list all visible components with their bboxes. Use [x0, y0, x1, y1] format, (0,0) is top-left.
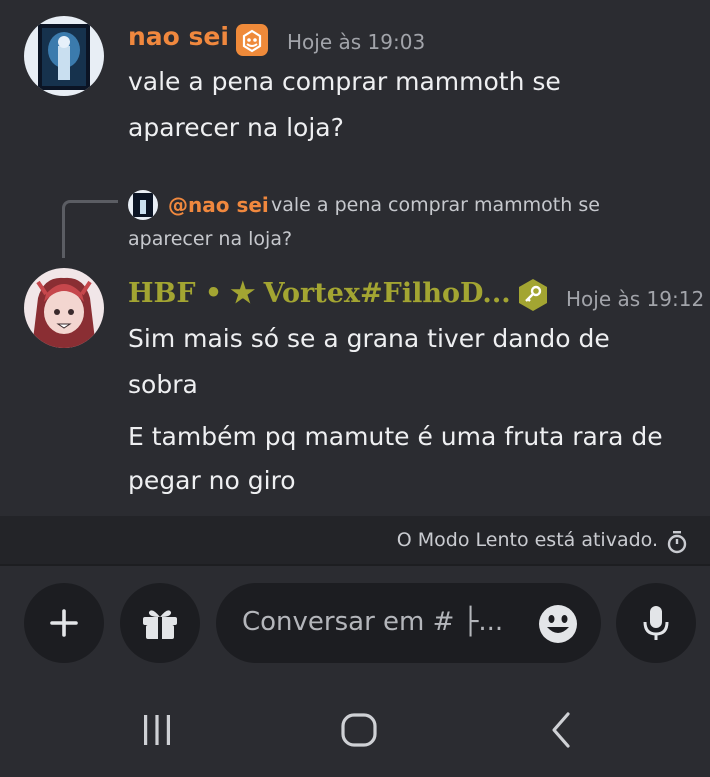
- message-text-line: Sim mais só se a grana tiver dando de: [128, 324, 610, 353]
- message-text-line: pegar no giro: [128, 466, 296, 495]
- timer-icon: [666, 530, 688, 554]
- gift-button[interactable]: [120, 583, 200, 663]
- reply-text-line[interactable]: vale a pena comprar mammoth se: [271, 194, 600, 216]
- message-text-line: sobra: [128, 370, 198, 399]
- message-timestamp: Hoje às 19:03: [287, 30, 426, 54]
- reply-connector: [62, 200, 118, 258]
- message-text-line: aparecer na loja?: [128, 113, 344, 142]
- slowmode-text: O Modo Lento está ativado.: [396, 529, 658, 551]
- reply-text-line[interactable]: aparecer na loja?: [128, 228, 292, 250]
- message-author[interactable]: nao sei: [128, 22, 229, 51]
- voice-message-button[interactable]: [616, 583, 696, 663]
- message-text-line: vale a pena comprar mammoth se: [128, 67, 561, 96]
- recent-apps-icon[interactable]: [140, 713, 174, 747]
- avatar-nao-sei[interactable]: [24, 16, 104, 96]
- home-icon[interactable]: [340, 712, 378, 748]
- attach-button[interactable]: [24, 583, 104, 663]
- plus-icon: [50, 609, 78, 637]
- emoji-icon: [539, 605, 577, 643]
- gift-icon: [143, 610, 177, 639]
- avatar-hbf[interactable]: [24, 268, 104, 348]
- emoji-button[interactable]: [537, 603, 579, 645]
- message-author[interactable]: HBF • ✭ Vortex#FilhoD...: [128, 278, 511, 309]
- message-input-placeholder[interactable]: Conversar em # ├...: [242, 607, 503, 637]
- back-icon[interactable]: [548, 711, 574, 749]
- message-text-line: E também pq mamute é uma fruta rara de: [128, 422, 663, 451]
- microphone-icon: [643, 606, 669, 640]
- reply-avatar: [128, 190, 158, 220]
- pumpkin-badge-icon: [236, 24, 268, 56]
- message-timestamp: Hoje às 19:12: [566, 287, 705, 311]
- role-badge-icon: [516, 278, 550, 312]
- reply-mention[interactable]: @nao sei: [168, 193, 269, 217]
